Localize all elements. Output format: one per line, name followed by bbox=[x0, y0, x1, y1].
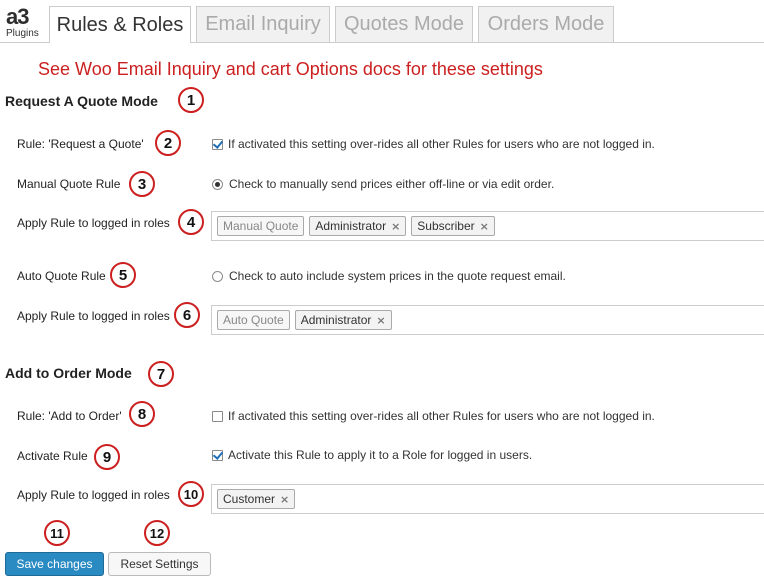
annotation-marker-8: 8 bbox=[129, 401, 155, 427]
annotation-marker-4: 4 bbox=[178, 209, 204, 235]
annotation-marker-11: 11 bbox=[44, 520, 70, 546]
a3-plugins-logo: a3 Plugins bbox=[4, 4, 44, 39]
role-tag-manual-quote: Manual Quote bbox=[217, 216, 305, 236]
activate-rule-label: Activate Rule bbox=[17, 449, 88, 463]
auto-roles-label: Apply Rule to logged in roles bbox=[17, 309, 170, 323]
tab-rules-roles[interactable]: Rules & Roles bbox=[49, 6, 191, 43]
manual-roles-label: Apply Rule to logged in roles bbox=[17, 216, 170, 230]
logo-subtitle: Plugins bbox=[6, 28, 39, 39]
annotation-marker-6: 6 bbox=[174, 302, 200, 328]
rule-add-order-option[interactable]: If activated this setting over-rides all… bbox=[212, 409, 655, 423]
activate-rule-option[interactable]: Activate this Rule to apply it to a Role… bbox=[212, 448, 532, 462]
role-tag-customer: Customer × bbox=[217, 489, 296, 509]
rule-add-order-checkbox[interactable] bbox=[212, 410, 223, 422]
rule-add-order-label: Rule: 'Add to Order' bbox=[17, 409, 122, 423]
remove-tag-icon[interactable]: × bbox=[376, 314, 385, 327]
auto-roles-select[interactable]: Auto Quote Administrator × bbox=[211, 305, 764, 335]
remove-tag-icon[interactable]: × bbox=[280, 493, 289, 506]
manual-quote-rule-option[interactable]: Check to manually send prices either off… bbox=[212, 177, 554, 191]
reset-settings-button[interactable]: Reset Settings bbox=[108, 552, 211, 576]
order-roles-select[interactable]: Customer × bbox=[211, 484, 764, 514]
save-changes-button[interactable]: Save changes bbox=[5, 552, 104, 576]
role-tag-subscriber: Subscriber × bbox=[411, 216, 495, 236]
tab-orders-mode[interactable]: Orders Mode bbox=[478, 6, 614, 42]
annotation-marker-2: 2 bbox=[155, 130, 181, 156]
auto-quote-rule-option[interactable]: Check to auto include system prices in t… bbox=[212, 269, 566, 283]
annotation-marker-1: 1 bbox=[178, 87, 204, 113]
rule-request-quote-label: Rule: 'Request a Quote' bbox=[17, 137, 144, 151]
docs-note: See Woo Email Inquiry and cart Options d… bbox=[38, 59, 543, 79]
annotation-marker-10: 10 bbox=[178, 481, 204, 507]
auto-quote-rule-label: Auto Quote Rule bbox=[17, 269, 106, 283]
manual-roles-select[interactable]: Manual Quote Administrator × Subscriber × bbox=[211, 211, 764, 241]
remove-tag-icon[interactable]: × bbox=[480, 220, 489, 233]
auto-quote-radio[interactable] bbox=[212, 270, 223, 282]
annotation-marker-7: 7 bbox=[148, 361, 174, 387]
role-tag-auto-quote: Auto Quote bbox=[217, 310, 290, 330]
order-roles-label: Apply Rule to logged in roles bbox=[17, 488, 170, 502]
logo-mark: a3 bbox=[6, 4, 30, 29]
tab-email-inquiry[interactable]: Email Inquiry bbox=[196, 6, 330, 42]
remove-tag-icon[interactable]: × bbox=[391, 220, 400, 233]
tab-quotes-mode[interactable]: Quotes Mode bbox=[335, 6, 473, 42]
annotation-marker-12: 12 bbox=[144, 520, 170, 546]
annotation-marker-5: 5 bbox=[110, 262, 136, 288]
section-title-request-quote: Request A Quote Mode bbox=[5, 93, 158, 109]
rule-request-quote-checkbox[interactable] bbox=[212, 138, 223, 150]
section-title-add-to-order: Add to Order Mode bbox=[5, 365, 132, 381]
activate-rule-checkbox[interactable] bbox=[212, 449, 223, 461]
role-tag-administrator: Administrator × bbox=[294, 310, 392, 330]
annotation-marker-9: 9 bbox=[94, 444, 120, 470]
rule-request-quote-option[interactable]: If activated this setting over-rides all… bbox=[212, 137, 655, 151]
annotation-marker-3: 3 bbox=[129, 171, 155, 197]
manual-quote-rule-label: Manual Quote Rule bbox=[17, 177, 121, 191]
role-tag-administrator: Administrator × bbox=[309, 216, 407, 236]
manual-quote-radio[interactable] bbox=[212, 178, 223, 190]
